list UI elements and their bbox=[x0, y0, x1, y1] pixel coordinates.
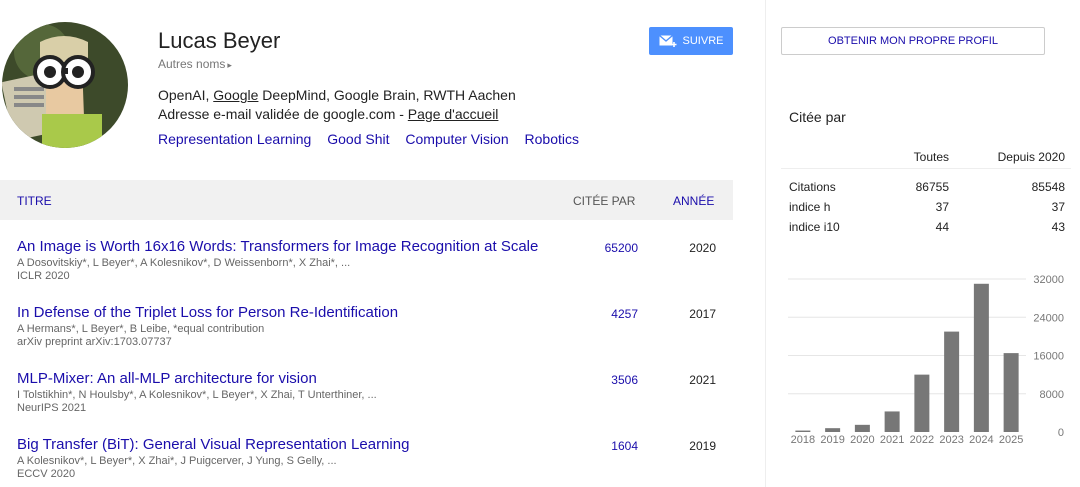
table-row: An Image is Worth 16x16 Words: Transform… bbox=[0, 238, 733, 298]
publication-venue: ICLR 2020 bbox=[17, 270, 70, 282]
envelope-plus-icon bbox=[658, 34, 677, 47]
publication-year: 2021 bbox=[689, 373, 716, 387]
stats-label[interactable]: indice i10 bbox=[781, 220, 861, 234]
verified-email: Adresse e-mail validée de google.com - P… bbox=[158, 106, 498, 122]
stats-row: Citations 86755 85548 bbox=[781, 177, 1071, 197]
citation-count[interactable]: 3506 bbox=[611, 373, 638, 387]
publication-venue: arXiv preprint arXiv:1703.07737 bbox=[17, 336, 172, 348]
stats-since: 43 bbox=[1051, 220, 1065, 234]
bar bbox=[825, 428, 841, 432]
get-my-profile-button[interactable]: OBTENIR MON PROPRE PROFIL bbox=[781, 27, 1045, 55]
avatar bbox=[2, 22, 128, 148]
cited-by-header[interactable]: CITÉE PAR bbox=[573, 194, 635, 208]
homepage-link[interactable]: Page d'accueil bbox=[408, 106, 499, 122]
citation-count[interactable]: 65200 bbox=[605, 241, 638, 255]
x-tick-label: 2019 bbox=[820, 434, 844, 446]
bar bbox=[795, 430, 811, 432]
other-names-toggle[interactable]: Autres noms ▸ bbox=[158, 57, 232, 71]
stats-since: 37 bbox=[1051, 200, 1065, 214]
sidebar-divider bbox=[765, 0, 766, 487]
stats-header-since: Depuis 2020 bbox=[997, 149, 1065, 164]
publication-authors: A Hermans*, L Beyer*, B Leibe, *equal co… bbox=[17, 323, 265, 335]
stats-header-all: Toutes bbox=[913, 149, 949, 164]
stats-all: 44 bbox=[935, 220, 949, 234]
publication-title[interactable]: MLP-Mixer: An all-MLP architecture for v… bbox=[17, 370, 317, 387]
stats-label[interactable]: Citations bbox=[781, 180, 861, 194]
x-tick-label: 2018 bbox=[791, 434, 815, 446]
publication-authors: A Kolesnikov*, L Beyer*, X Zhai*, J Puig… bbox=[17, 455, 337, 467]
table-row: In Defense of the Triplet Loss for Perso… bbox=[0, 304, 733, 364]
cited-by-title: Citée par bbox=[789, 109, 846, 125]
publication-authors: A Dosovitskiy*, L Beyer*, A Kolesnikov*,… bbox=[17, 257, 351, 269]
affiliation-prefix: OpenAI, bbox=[158, 87, 214, 103]
follow-label: SUIVRE bbox=[682, 35, 724, 47]
bar bbox=[973, 283, 989, 432]
x-tick-label: 2025 bbox=[999, 434, 1023, 446]
publication-authors: I Tolstikhin*, N Houlsby*, A Kolesnikov*… bbox=[17, 389, 377, 401]
publication-title[interactable]: An Image is Worth 16x16 Words: Transform… bbox=[17, 238, 538, 255]
other-names-label: Autres noms bbox=[158, 57, 226, 71]
affiliation: OpenAI, Google DeepMind, Google Brain, R… bbox=[158, 87, 516, 103]
publication-venue: ECCV 2020 bbox=[17, 468, 76, 480]
x-tick-label: 2024 bbox=[969, 434, 993, 446]
publication-venue: NeurIPS 2021 bbox=[17, 402, 87, 414]
table-row: Big Transfer (BiT): General Visual Repre… bbox=[0, 436, 733, 487]
email-text: Adresse e-mail validée de google.com - bbox=[158, 106, 408, 122]
x-tick-label: 2022 bbox=[910, 434, 934, 446]
bar bbox=[1003, 353, 1019, 432]
publication-title[interactable]: Big Transfer (BiT): General Visual Repre… bbox=[17, 436, 409, 453]
profile-name: Lucas Beyer bbox=[158, 28, 281, 53]
y-tick-label: 32000 bbox=[1033, 274, 1064, 286]
citation-count[interactable]: 1604 bbox=[611, 439, 638, 453]
stats-all: 86755 bbox=[915, 180, 949, 194]
publication-year: 2017 bbox=[689, 307, 716, 321]
x-tick-label: 2023 bbox=[939, 434, 963, 446]
interest-link[interactable]: Computer Vision bbox=[405, 131, 508, 147]
publication-year: 2019 bbox=[689, 439, 716, 453]
x-tick-label: 2020 bbox=[850, 434, 874, 446]
citations-per-year-chart: 0 8000 16000 24000 32000 2018 2019 2020 2021 2022… bbox=[788, 274, 1064, 446]
stats-since: 85548 bbox=[1031, 180, 1065, 194]
y-tick-label: 24000 bbox=[1033, 312, 1064, 324]
stats-header: Toutes Depuis 2020 bbox=[781, 145, 1071, 169]
follow-button[interactable]: SUIVRE bbox=[649, 27, 733, 55]
stats-all: 37 bbox=[935, 200, 949, 214]
publication-title[interactable]: In Defense of the Triplet Loss for Perso… bbox=[17, 304, 398, 321]
y-tick-label: 16000 bbox=[1033, 351, 1064, 363]
citation-stats-table: Toutes Depuis 2020 Citations 86755 85548… bbox=[781, 145, 1071, 237]
sort-by-year[interactable]: ANNÉE bbox=[673, 194, 714, 208]
x-tick-label: 2021 bbox=[880, 434, 904, 446]
citation-count[interactable]: 4257 bbox=[611, 307, 638, 321]
table-row: MLP-Mixer: An all-MLP architecture for v… bbox=[0, 370, 733, 430]
stats-label[interactable]: indice h bbox=[781, 200, 861, 214]
interest-link[interactable]: Robotics bbox=[525, 131, 579, 147]
y-tick-label: 0 bbox=[1058, 427, 1064, 439]
interest-link[interactable]: Representation Learning bbox=[158, 131, 311, 147]
bar bbox=[914, 374, 930, 432]
interest-link[interactable]: Good Shit bbox=[327, 131, 389, 147]
interests-list: Representation Learning Good Shit Comput… bbox=[158, 131, 591, 147]
affiliation-link[interactable]: Google bbox=[213, 87, 258, 103]
affiliation-suffix: DeepMind, Google Brain, RWTH Aachen bbox=[258, 87, 516, 103]
stats-row: indice h 37 37 bbox=[781, 197, 1071, 217]
bar bbox=[854, 424, 870, 432]
caret-right-icon: ▸ bbox=[227, 60, 232, 70]
sort-by-title[interactable]: TITRE bbox=[17, 194, 52, 208]
bar bbox=[944, 331, 960, 432]
table-header: TITRE CITÉE PAR ANNÉE bbox=[0, 180, 733, 220]
stats-row: indice i10 44 43 bbox=[781, 217, 1071, 237]
publication-year: 2020 bbox=[689, 241, 716, 255]
bar bbox=[884, 411, 900, 432]
y-tick-label: 8000 bbox=[1040, 389, 1064, 401]
